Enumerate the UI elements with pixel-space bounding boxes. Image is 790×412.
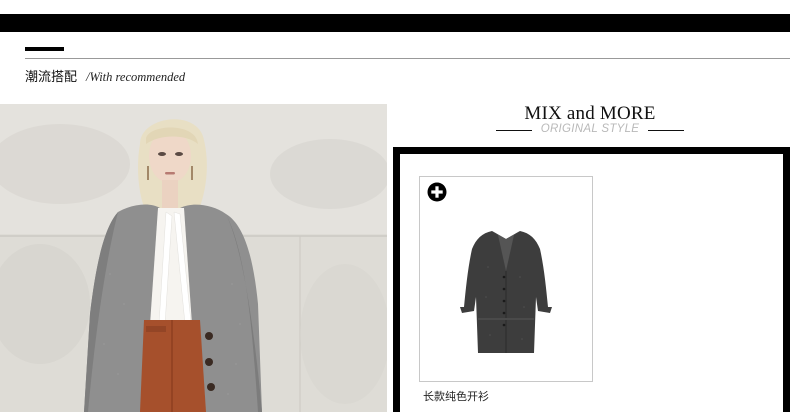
section-accent-bar [25, 47, 64, 51]
section-divider [25, 58, 790, 59]
product-name[interactable]: 长款纯色开衫 [423, 388, 489, 404]
mix-divider-right [648, 130, 684, 131]
section-title: 潮流搭配 /With recommended [25, 66, 186, 85]
section-title-cn: 潮流搭配 [25, 70, 78, 85]
mix-divider-left [496, 130, 532, 131]
mix-title: MIX and MORE [524, 103, 656, 124]
section-title-en: /With recommended [86, 70, 186, 84]
model-photo [0, 104, 387, 412]
top-bar [0, 14, 790, 32]
product-cardigan-image[interactable] [460, 227, 552, 357]
mix-subtitle: ORIGINAL STYLE [540, 123, 640, 135]
product-card[interactable] [419, 176, 593, 382]
plus-circle-icon[interactable] [427, 182, 447, 202]
